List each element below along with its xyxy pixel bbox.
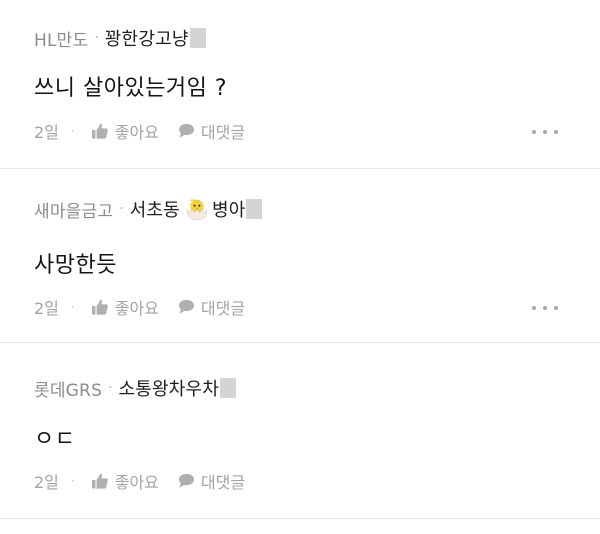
more-options-button[interactable] [532, 128, 560, 136]
comment-time: 2일 [34, 473, 59, 492]
like-button[interactable]: 좋아요 [91, 119, 159, 143]
company-name[interactable]: 롯데GRS [34, 376, 102, 401]
more-options-button[interactable] [532, 304, 560, 312]
comment-item: 롯데GRS · 소통왕차우차 ㅇㄷ 2일 · 좋아요 대댓글 [0, 343, 600, 518]
redacted-block [220, 378, 237, 398]
nickname[interactable]: 꽝한강고냥 [105, 25, 189, 51]
reply-label: 대댓글 [200, 123, 246, 142]
company-name[interactable]: HL만도 [34, 26, 88, 51]
comment-header: HL만도 · 꽝한강고냥 [34, 25, 206, 51]
comment-actions: 2일 · 좋아요 대댓글 [34, 470, 245, 492]
thumbs-up-icon [91, 123, 108, 139]
separator-dot: · [70, 300, 75, 314]
comment-item: HL만도 · 꽝한강고냥 쓰니 살아있는거임 ? 2일 · 좋아요 대댓글 [0, 0, 600, 168]
reply-label: 대댓글 [200, 473, 246, 492]
company-name[interactable]: 새마을금고 [34, 197, 113, 222]
comment-text: 쓰니 살아있는거임 ? [34, 76, 228, 101]
separator-dot: · [94, 30, 99, 46]
nickname-part[interactable]: 서초동 [130, 196, 180, 222]
like-label: 좋아요 [114, 473, 159, 492]
more-dots-icon [532, 306, 536, 310]
speech-bubble-icon [178, 473, 194, 488]
comment-actions: 2일 · 좋아요 대댓글 [34, 120, 245, 142]
nickname[interactable]: 소통왕차우차 [119, 375, 220, 401]
separator-dot: · [70, 474, 75, 488]
comment-actions: 2일 · 좋아요 대댓글 [34, 296, 245, 318]
reply-button[interactable]: 대댓글 [177, 469, 245, 493]
thumbs-up-icon [91, 299, 108, 315]
divider [0, 518, 600, 519]
comment-text: 사망한듯 [34, 253, 117, 278]
comment-header: 새마을금고 · 서초동 병아 [34, 196, 263, 222]
comment-time: 2일 [34, 299, 59, 318]
thumbs-up-icon [91, 473, 108, 489]
nickname-part[interactable]: 병아 [212, 196, 246, 222]
hatching-chick-icon [186, 199, 208, 221]
speech-bubble-icon [178, 299, 194, 314]
redacted-block [246, 199, 263, 219]
comment-item: 새마을금고 · 서초동 병아 사망한듯 2일 · 좋아요 대댓글 [0, 169, 600, 342]
comment-header: 롯데GRS · 소통왕차우차 [34, 375, 237, 401]
comment-text: ㅇㄷ [34, 427, 76, 452]
comment-time: 2일 [34, 123, 59, 142]
reply-button[interactable]: 대댓글 [177, 295, 245, 319]
speech-bubble-icon [178, 123, 194, 138]
separator-dot: · [70, 124, 75, 138]
separator-dot: · [108, 380, 113, 396]
like-label: 좋아요 [114, 299, 159, 318]
like-button[interactable]: 좋아요 [91, 295, 159, 319]
separator-dot: · [119, 201, 124, 217]
comment-list: HL만도 · 꽝한강고냥 쓰니 살아있는거임 ? 2일 · 좋아요 대댓글 새마… [0, 0, 600, 534]
like-label: 좋아요 [114, 123, 159, 142]
redacted-block [189, 28, 206, 48]
more-dots-icon [532, 130, 536, 134]
like-button[interactable]: 좋아요 [91, 469, 159, 493]
reply-button[interactable]: 대댓글 [177, 119, 245, 143]
reply-label: 대댓글 [200, 299, 246, 318]
